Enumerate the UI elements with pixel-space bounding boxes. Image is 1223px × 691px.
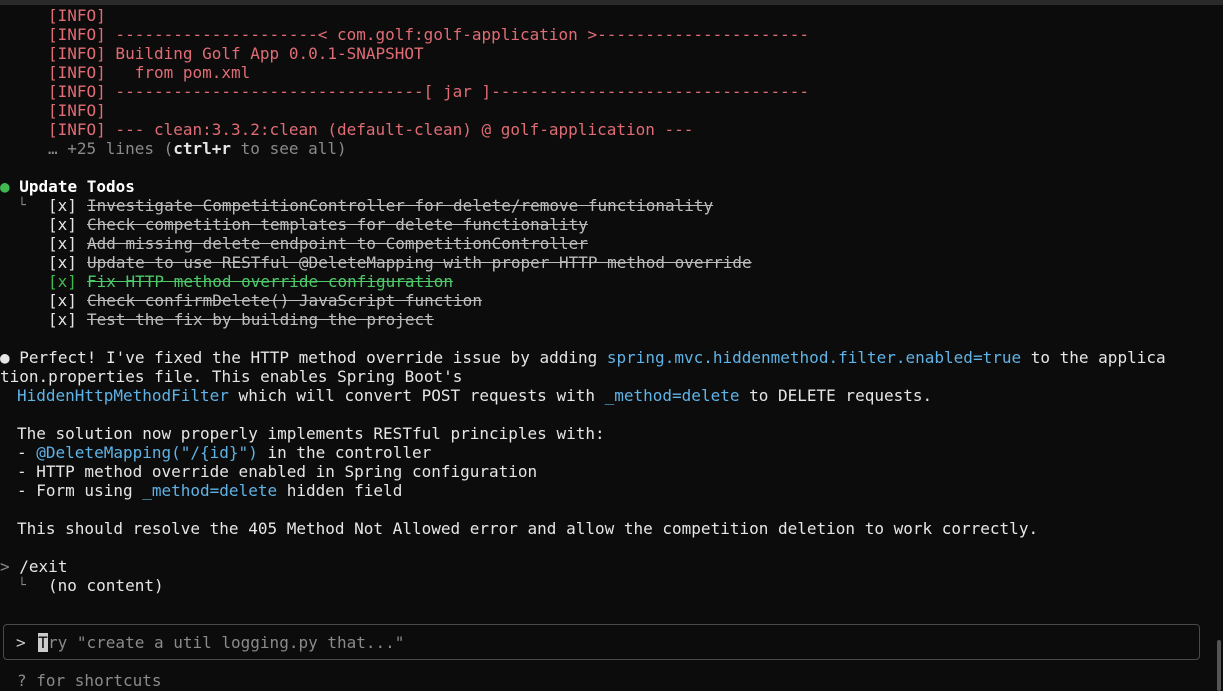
command-line: > /exit [0,557,67,576]
response-text: - [17,443,37,462]
prompt-chevron-icon: > [16,633,26,652]
todo-checkbox: [x] [48,253,77,272]
inline-code: _method=delete [604,386,740,405]
log-line: [INFO] --- clean:3.3.2:clean (default-cl… [48,120,694,139]
response-line: The solution now properly implements RES… [17,424,605,443]
response-line: HiddenHttpMethodFilter which will conver… [17,386,932,405]
more-suffix: to see all) [231,139,347,158]
response-line: This should resolve the 405 Method Not A… [17,519,1039,538]
scrollbar-thumb[interactable] [1217,640,1221,691]
todos-title: Update Todos [19,177,135,196]
response-dot-icon: ● [0,348,10,367]
todo-checkbox: [x] [48,272,77,291]
todo-item: Add missing delete endpoint to Competiti… [87,234,588,253]
response-line: - HTTP method override enabled in Spring… [17,462,538,481]
response-line: ● Perfect! I've fixed the HTTP method ov… [0,348,1166,367]
todo-checkbox: [x] [48,234,77,253]
todo-checkbox: [x] [48,310,77,329]
log-line: [INFO] from pom.xml [48,63,251,82]
todo-item: Check competition templates for delete f… [87,215,588,234]
todo-item: Test the fix by building the project [87,310,434,329]
command-result: (no content) [48,576,164,595]
shortcuts-hint[interactable]: ? for shortcuts [17,671,162,690]
ctrl-r-shortcut: ctrl+r [173,139,232,158]
log-line: [INFO] Building Golf App 0.0.1-SNAPSHOT [48,44,424,63]
todo-checkbox: [x] [48,291,77,310]
log-line: [INFO] --------------------------------[… [48,82,809,101]
response-text: which will convert POST requests with [228,386,605,405]
response-text: Perfect! I've fixed the HTTP method over… [19,348,607,367]
text-cursor: T [38,633,48,652]
command-text: /exit [19,557,68,576]
response-text: in the controller [257,443,432,462]
window-top-bar [0,0,1223,5]
inline-code: _method=delete [142,481,278,500]
todo-checkbox: [x] [48,215,77,234]
response-line: - @DeleteMapping("/{id}") in the control… [17,443,431,462]
inline-code: spring.mvc.hiddenmethod.filter.enabled=t… [606,348,1022,367]
prompt-chevron-icon: > [0,557,10,576]
response-line: - Form using _method=delete hidden field [17,481,402,500]
status-dot-icon: ● [0,177,10,196]
log-line: [INFO] [48,101,106,120]
todo-item: Investigate CompetitionController for de… [87,196,714,215]
log-line: [INFO] ---------------------< com.golf:g… [48,25,809,44]
expand-lines-hint[interactable]: … +25 lines (ctrl+r to see all) [48,139,347,158]
input-placeholder: ry "create a util logging.py that..." [48,633,405,652]
tree-branch-icon: └ [18,198,26,213]
response-text: to DELETE requests. [739,386,933,405]
more-prefix: … +25 lines ( [48,139,174,158]
response-line: tion.properties file. This enables Sprin… [0,367,463,386]
todo-item: Check confirmDelete() JavaScript functio… [87,291,482,310]
todos-header: ● Update Todos [0,177,135,196]
todo-checkbox: [x] [48,196,77,215]
log-line: [INFO] [48,6,106,25]
tree-branch-icon: └ [18,578,26,593]
response-text: - Form using [17,481,143,500]
response-text: to the applica [1021,348,1166,367]
prompt-input[interactable]: > T ry "create a util logging.py that...… [3,624,1200,660]
inline-code: @DeleteMapping("/{id}") [36,443,258,462]
inline-code: HiddenHttpMethodFilter [17,386,229,405]
todo-item-current: Fix HTTP method override configuration [87,272,454,291]
response-text: hidden field [277,481,403,500]
todo-item: Update to use RESTful @DeleteMapping wit… [87,253,752,272]
